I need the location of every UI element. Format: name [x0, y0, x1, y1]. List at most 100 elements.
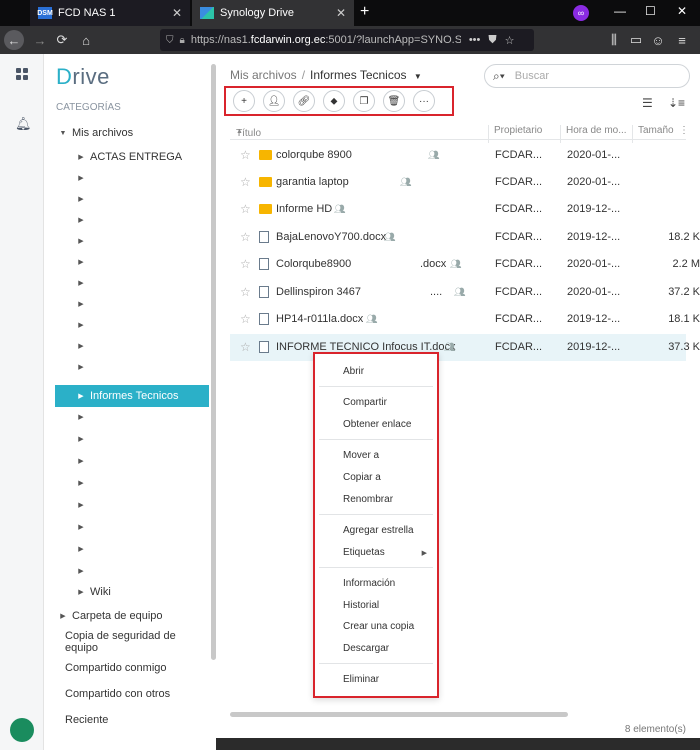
- caret-right-icon[interactable]: ▶: [76, 237, 86, 245]
- maximize-icon[interactable]: ☐: [645, 4, 656, 18]
- column-size[interactable]: Tamaño: [638, 125, 674, 136]
- menu-item-tags[interactable]: Etiquetas: [343, 547, 385, 558]
- add-button[interactable]: +: [233, 90, 255, 112]
- table-row[interactable]: ☆ colorqube 8900 👥︎ FCDAR... 2020-01-...: [230, 142, 686, 169]
- table-row-selected[interactable]: ☆ INFORME TECNICO Infocus IT.docx 👥︎ FCD…: [230, 334, 700, 361]
- table-row[interactable]: ☆ garantia laptop 👥︎ FCDAR... 2020-01-..…: [230, 169, 686, 196]
- tag-button[interactable]: ⬥: [323, 90, 345, 112]
- star-icon[interactable]: ☆: [240, 175, 251, 189]
- sidebar-item-folder[interactable]: ▶: [44, 209, 210, 231]
- column-time[interactable]: Hora de mo...: [566, 125, 627, 136]
- bookmark-star-icon[interactable]: ☆: [505, 34, 515, 47]
- column-owner[interactable]: Propietario: [494, 125, 542, 136]
- caret-right-icon[interactable]: ▶: [76, 279, 86, 287]
- caret-right-icon[interactable]: ▶: [76, 479, 86, 487]
- sidebar-item-wiki[interactable]: ▶ Wiki: [44, 581, 210, 603]
- caret-down-icon[interactable]: ▼: [414, 72, 422, 81]
- sidebar-item-folder[interactable]: ▶: [44, 293, 210, 315]
- address-bar[interactable]: ⛉ 🔒︎ https://nas1.fcdarwin.org.ec:5001/?…: [160, 29, 534, 51]
- caret-right-icon[interactable]: ▶: [76, 392, 86, 400]
- menu-item-move-to[interactable]: Mover a: [343, 450, 379, 461]
- delete-button[interactable]: 🗑︎: [383, 90, 405, 112]
- sidebar-item-folder[interactable]: ▶: [44, 450, 210, 472]
- sidebar-item-folder[interactable]: ▶: [44, 538, 210, 560]
- column-options-icon[interactable]: ⋮: [679, 125, 689, 136]
- sidebar-item-folder[interactable]: ▶: [44, 314, 210, 336]
- tab-synology-drive[interactable]: Synology Drive ✕: [192, 0, 354, 26]
- sidebar-item-folder[interactable]: ▶: [44, 560, 210, 582]
- search-icon[interactable]: ⌕▾: [493, 69, 505, 84]
- share-button[interactable]: 👤︎: [263, 90, 285, 112]
- menu-item-make-copy[interactable]: Crear una copia: [343, 621, 414, 632]
- link-button[interactable]: 🔗︎: [293, 90, 315, 112]
- star-icon[interactable]: ☆: [240, 340, 251, 354]
- star-icon[interactable]: ☆: [240, 257, 251, 271]
- caret-right-icon[interactable]: ▶: [76, 258, 86, 266]
- minimize-icon[interactable]: —: [614, 4, 626, 18]
- sidebar-item-folder[interactable]: ▶: [44, 428, 210, 450]
- account-icon[interactable]: ☺: [648, 30, 668, 50]
- close-icon[interactable]: ✕: [336, 6, 346, 20]
- sidebar-item-folder[interactable]: ▶: [44, 251, 210, 273]
- sidebar-item-folder[interactable]: ▶: [44, 230, 210, 252]
- caret-right-icon[interactable]: ▶: [76, 363, 86, 371]
- caret-right-icon[interactable]: ▶: [58, 612, 68, 620]
- window-close-icon[interactable]: ✕: [677, 4, 687, 18]
- sidebar-item-folder[interactable]: ▶: [44, 472, 210, 494]
- library-icon[interactable]: ⫼: [604, 30, 624, 50]
- home-icon[interactable]: ⌂: [76, 30, 96, 50]
- menu-item-delete[interactable]: Eliminar: [343, 674, 379, 685]
- menu-item-add-star[interactable]: Agregar estrella: [343, 525, 414, 536]
- apps-grid-icon[interactable]: [16, 68, 28, 80]
- sidebar-item-folder[interactable]: ▶: [44, 272, 210, 294]
- menu-item-get-link[interactable]: Obtener enlace: [343, 419, 411, 430]
- horizontal-scrollbar[interactable]: [230, 712, 568, 717]
- new-tab-button[interactable]: +: [360, 3, 369, 21]
- caret-right-icon[interactable]: ▶: [76, 457, 86, 465]
- menu-item-share[interactable]: Compartir: [343, 397, 387, 408]
- menu-item-download[interactable]: Descargar: [343, 643, 389, 654]
- caret-down-icon[interactable]: ▼: [58, 130, 68, 137]
- breadcrumb-root[interactable]: Mis archivos: [230, 68, 297, 82]
- sidebar-item-shared-with-others[interactable]: Compartido con otros: [44, 683, 210, 705]
- caret-right-icon[interactable]: ▶: [76, 545, 86, 553]
- caret-right-icon[interactable]: ▶: [76, 216, 86, 224]
- menu-item-rename[interactable]: Renombrar: [343, 494, 393, 505]
- table-row[interactable]: ☆ HP14-r011la.docx 👥︎ FCDAR... 2019-12-.…: [230, 306, 700, 333]
- sidebar-item-actas[interactable]: ▶ ACTAS ENTREGA: [44, 146, 210, 168]
- more-dots-icon[interactable]: •••: [469, 34, 481, 46]
- star-icon[interactable]: ☆: [240, 285, 251, 299]
- table-row[interactable]: ☆ Informe HD 👥︎ FCDAR... 2019-12-...: [230, 196, 686, 223]
- synology-logo-icon[interactable]: [10, 718, 34, 742]
- sidebar-item-informes-tecnicos[interactable]: ▶ Informes Tecnicos: [55, 385, 209, 407]
- sidebar-item-recent[interactable]: Reciente: [44, 709, 210, 731]
- sidebar-item-folder[interactable]: ▶: [44, 335, 210, 357]
- sidebar-toggle-icon[interactable]: ▭: [626, 30, 646, 50]
- star-icon[interactable]: ☆: [240, 312, 251, 326]
- sidebar-item-folder[interactable]: ▶: [44, 356, 210, 378]
- more-button[interactable]: ···: [413, 90, 435, 112]
- sidebar-item-folder[interactable]: ▶: [44, 494, 210, 516]
- pocket-icon[interactable]: ⛊: [488, 34, 496, 47]
- arrow-left-icon[interactable]: ←: [4, 30, 24, 50]
- menu-item-copy-to[interactable]: Copiar a: [343, 472, 381, 483]
- bell-icon[interactable]: 🔔︎: [15, 116, 32, 132]
- menu-icon[interactable]: ≡: [672, 30, 692, 50]
- search-input[interactable]: ⌕▾ Buscar: [484, 64, 690, 88]
- table-row[interactable]: ☆ BajaLenovoY700.docx 👥︎ FCDAR... 2019-1…: [230, 224, 700, 251]
- sidebar-item-my-files[interactable]: ▼ Mis archivos: [44, 122, 210, 144]
- star-icon[interactable]: ☆: [240, 148, 251, 162]
- caret-right-icon[interactable]: ▶: [76, 523, 86, 531]
- tab-fcd-nas[interactable]: DSM FCD NAS 1 ✕: [30, 0, 190, 26]
- sidebar-item-folder[interactable]: ▶: [44, 516, 210, 538]
- caret-right-icon[interactable]: ▶: [76, 153, 86, 161]
- caret-right-icon[interactable]: ▶: [76, 195, 86, 203]
- caret-right-icon[interactable]: ▶: [76, 588, 86, 596]
- sidebar-item-folder[interactable]: ▶: [44, 406, 210, 428]
- url-text[interactable]: https://nas1.fcdarwin.org.ec:5001/?launc…: [191, 34, 461, 46]
- list-view-icon[interactable]: ☰: [642, 96, 653, 110]
- close-icon[interactable]: ✕: [172, 6, 182, 20]
- caret-right-icon[interactable]: ▶: [76, 321, 86, 329]
- reload-icon[interactable]: ⟳: [52, 30, 72, 50]
- table-row[interactable]: ☆ Colorqube8900 .docx 👥︎ FCDAR... 2020-0…: [230, 251, 700, 278]
